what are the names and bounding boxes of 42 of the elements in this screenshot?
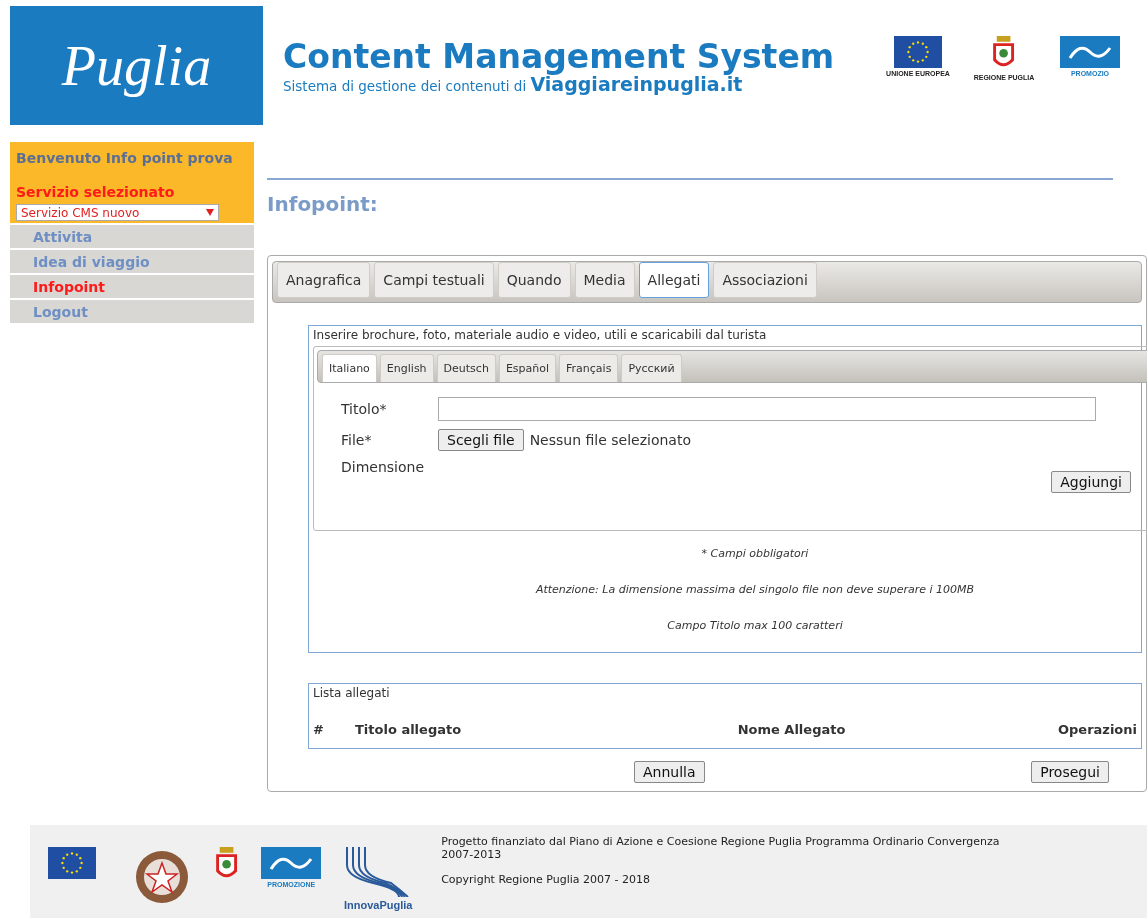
puglia-logo: Puglia	[10, 6, 263, 125]
tab[interactable]: Quando	[497, 262, 571, 298]
puglia-logo-icon	[1060, 36, 1120, 68]
puglia-logo-icon	[261, 847, 322, 879]
file-status: Nessun file selezionato	[529, 432, 691, 448]
column-header: Operazioni	[1056, 722, 1137, 737]
choose-file-button[interactable]: Scegli file	[438, 429, 524, 451]
service-select[interactable]: Servizio CMS nuovo	[16, 204, 219, 221]
language-tab[interactable]: Español	[498, 354, 557, 382]
service-label: Servizio selezionato	[16, 184, 176, 200]
language-tab[interactable]: Русский	[621, 354, 682, 382]
page-title: Infopoint:	[267, 192, 379, 218]
cancel-button[interactable]: Annulla	[634, 761, 705, 783]
site-title: Content Management System	[283, 40, 836, 73]
copyright-text: Copyright Regione Puglia 2007 - 2018	[441, 873, 652, 886]
dropdown-arrow-icon	[206, 209, 214, 216]
note-text: Attenzione: La dimensione massima del singolo file non deve superare i 100MB	[534, 581, 976, 598]
field-label: File*	[341, 432, 373, 448]
tab[interactable]: Allegati	[638, 262, 710, 298]
language-tab[interactable]: English	[379, 354, 434, 382]
language-tab[interactable]: Italiano	[322, 354, 377, 382]
tab[interactable]: Anagrafica	[277, 262, 371, 298]
title-input[interactable]	[438, 397, 1096, 421]
add-button[interactable]: Aggiungi	[1051, 471, 1131, 493]
fieldset-legend: Lista allegati	[313, 686, 1137, 700]
tab[interactable]: Campi testuali	[374, 262, 494, 298]
column-header: Titolo allegato	[355, 722, 463, 737]
note-text: Campo Titolo max 100 caratteri	[666, 617, 844, 634]
welcome-text: Benvenuto Info point prova	[16, 150, 234, 168]
tab[interactable]: Associazioni	[713, 262, 817, 298]
funding-text: Progetto finanziato dal Piano di Azione e Coesione Regione Puglia Programma Ordinario Convergenza 2007-2013	[441, 835, 1001, 863]
next-button[interactable]: Prosegui	[1031, 761, 1109, 783]
logo-caption: InnovaPuglia	[343, 899, 413, 911]
field-label: Titolo*	[341, 401, 388, 417]
column-header: Nome Allegato	[736, 722, 847, 737]
language-tab[interactable]: Deutsch	[436, 354, 496, 382]
note-text: * Campi obbligatori	[700, 545, 810, 562]
column-header: #	[313, 722, 325, 737]
tab[interactable]: Media	[574, 262, 635, 298]
field-label: Dimensione	[341, 459, 426, 475]
language-tab[interactable]: Français	[559, 354, 619, 382]
fieldset-legend: Inserire brochure, foto, materiale audio e video, utili e scaricabili dal turista	[313, 328, 1137, 342]
